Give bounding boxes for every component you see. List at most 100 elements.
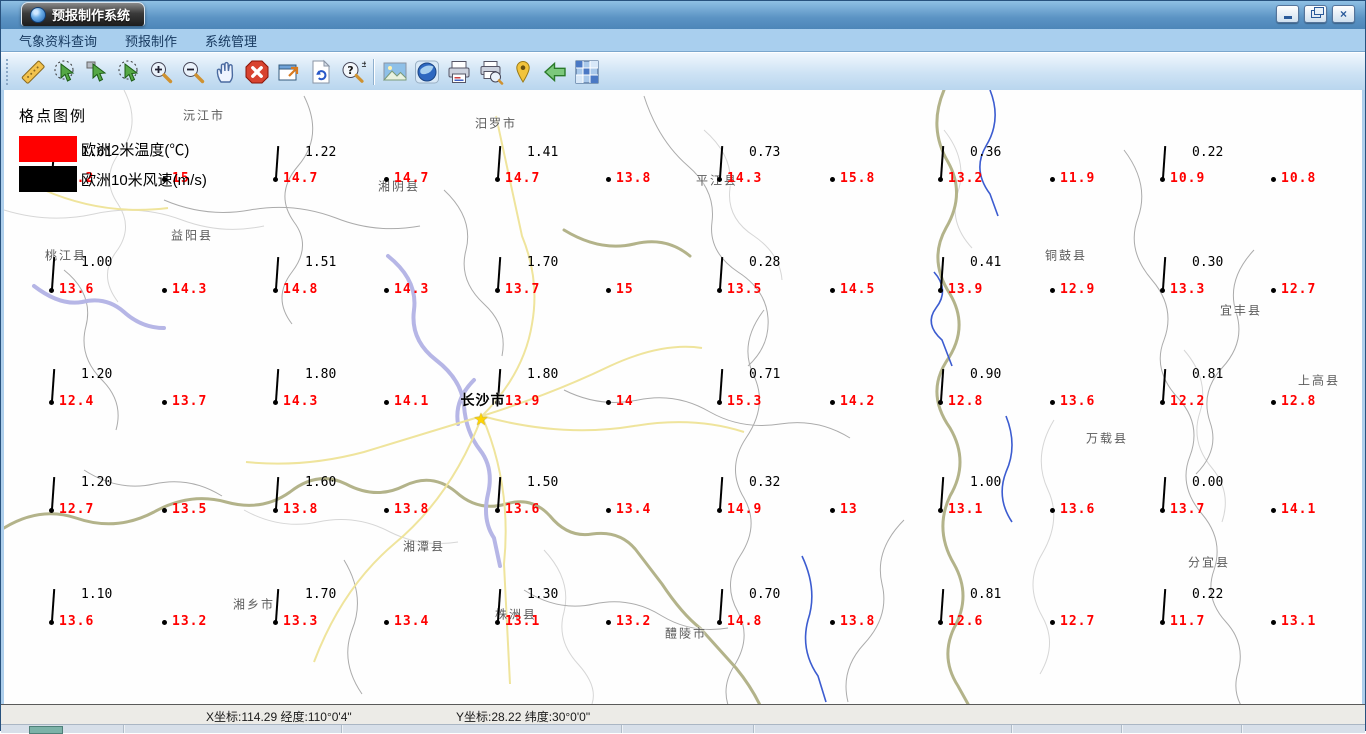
wind-speed-value: 1.30 xyxy=(527,587,559,602)
menu-forecast-production[interactable]: 预报制作 xyxy=(115,31,187,50)
grid-point-dot xyxy=(384,400,389,405)
grid-point-dot xyxy=(1271,400,1276,405)
temperature-value: 13.1 xyxy=(1281,614,1317,629)
temperature-value: 13.4 xyxy=(616,502,652,517)
temperature-value: 12.2 xyxy=(1170,394,1206,409)
menu-system-management[interactable]: 系统管理 xyxy=(195,31,267,50)
grid-point-dot xyxy=(1271,288,1276,293)
svg-text:±: ± xyxy=(361,60,366,70)
grid-map-icon[interactable] xyxy=(571,57,603,87)
status-bar: X坐标:114.29 经度:110°0'4" Y坐标:28.22 纬度:30°0… xyxy=(1,704,1365,725)
select-lasso-icon[interactable] xyxy=(49,57,81,87)
temperature-value: 13.9 xyxy=(505,394,541,409)
grid-point-dot xyxy=(384,177,389,182)
export-image-icon[interactable] xyxy=(379,57,411,87)
identify-query-icon[interactable]: ? ± xyxy=(337,57,369,87)
app-globe-icon xyxy=(30,6,46,23)
temperature-value: 12.8 xyxy=(1281,394,1317,409)
place-label: 上高县 xyxy=(1297,373,1341,388)
globe-view-icon[interactable] xyxy=(411,57,443,87)
temperature-value: 14.3 xyxy=(394,282,430,297)
grid-point-dot xyxy=(606,177,611,182)
status-x-coordinate: X坐标:114.29 经度:110°0'4" xyxy=(206,710,352,724)
pan-hand-icon[interactable] xyxy=(209,57,241,87)
temperature-value: 14.7 xyxy=(394,171,430,186)
wind-speed-value: 0.28 xyxy=(749,255,781,270)
temperature-value: 14.1 xyxy=(1281,502,1317,517)
close-button[interactable]: × xyxy=(1332,5,1355,23)
stop-icon[interactable] xyxy=(241,57,273,87)
measure-ruler-icon[interactable] xyxy=(17,57,49,87)
zoom-out-icon[interactable] xyxy=(177,57,209,87)
grid-point-dot xyxy=(162,620,167,625)
temperature-value: 13.8 xyxy=(283,502,319,517)
menu-bar: 气象资料查询 预报制作 系统管理 xyxy=(1,29,1365,52)
temperature-value: 14 xyxy=(616,394,634,409)
grid-legend: 格点图例 欧洲2米温度(℃) 欧洲10米风速(m/s) xyxy=(19,105,207,194)
temperature-value: 14.3 xyxy=(727,171,763,186)
place-label: 湘乡市 xyxy=(232,597,276,612)
select-arrow-icon[interactable] xyxy=(81,57,113,87)
wind-speed-value: 0.22 xyxy=(1192,587,1224,602)
temperature-value: 14.3 xyxy=(172,282,208,297)
temperature-value: 14.2 xyxy=(840,394,876,409)
temperature-value: 13.7 xyxy=(505,282,541,297)
temperature-value: 10.8 xyxy=(1281,171,1317,186)
grid-point-dot xyxy=(1271,620,1276,625)
wind-speed-value: 0.00 xyxy=(1192,475,1224,490)
wind-speed-value: 1.70 xyxy=(305,587,337,602)
place-label: 分宜县 xyxy=(1187,555,1231,570)
place-label: 万载县 xyxy=(1085,431,1129,446)
menu-weather-data-query[interactable]: 气象资料查询 xyxy=(9,31,107,50)
legend-label-temperature: 欧洲2米温度(℃) xyxy=(81,141,190,159)
wind-speed-value: 0.71 xyxy=(749,367,781,382)
restore-button[interactable] xyxy=(1304,5,1327,23)
place-label: 铜鼓县 xyxy=(1044,248,1088,263)
wind-speed-value: 0.73 xyxy=(749,145,781,160)
temperature-value: 13.2 xyxy=(172,614,208,629)
print-preview-icon[interactable] xyxy=(475,57,507,87)
wind-speed-value: 0.22 xyxy=(1192,145,1224,160)
window-frame-left xyxy=(1,90,4,704)
temperature-value: 13.3 xyxy=(283,614,319,629)
map-boundaries xyxy=(4,90,1255,704)
new-window-export-icon[interactable] xyxy=(273,57,305,87)
temperature-value: 13 xyxy=(840,502,858,517)
temperature-value: 13.2 xyxy=(948,171,984,186)
select-circle-icon[interactable] xyxy=(113,57,145,87)
wind-speed-value: 1.20 xyxy=(81,367,113,382)
grid-point-dot xyxy=(162,508,167,513)
wind-speed-value: 0.81 xyxy=(970,587,1002,602)
grid-point-dot xyxy=(1050,177,1055,182)
wind-speed-value: 0.30 xyxy=(1192,255,1224,270)
svg-text:?: ? xyxy=(347,64,353,77)
back-arrow-icon[interactable] xyxy=(539,57,571,87)
temperature-value: 13.7 xyxy=(172,394,208,409)
temperature-value: 13.5 xyxy=(727,282,763,297)
restore-icon xyxy=(1310,7,1324,18)
temperature-value: 13.6 xyxy=(505,502,541,517)
wind-speed-value: 1.00 xyxy=(970,475,1002,490)
temperature-value: 13.8 xyxy=(840,614,876,629)
grid-point-dot xyxy=(830,288,835,293)
taskbar-item xyxy=(29,726,63,734)
grid-point-dot xyxy=(830,620,835,625)
wind-speed-value: 0.81 xyxy=(1192,367,1224,382)
minimize-button[interactable] xyxy=(1276,5,1299,23)
window-frame-right xyxy=(1362,90,1365,704)
wind-speed-value: 1.80 xyxy=(305,367,337,382)
temperature-value: 15.3 xyxy=(727,394,763,409)
temperature-value: 12.7 xyxy=(1060,614,1096,629)
wind-speed-value: 1.70 xyxy=(527,255,559,270)
locate-pin-icon[interactable] xyxy=(507,57,539,87)
place-label: 醴陵市 xyxy=(664,626,708,641)
legend-swatch-wind xyxy=(19,166,77,192)
print-icon[interactable] xyxy=(443,57,475,87)
map-canvas[interactable]: 15.21.611514.71.2214.714.71.4113.814.30.… xyxy=(4,90,1364,704)
temperature-value: 13.6 xyxy=(59,282,95,297)
zoom-in-icon[interactable] xyxy=(145,57,177,87)
temperature-value: 14.1 xyxy=(394,394,430,409)
refresh-page-icon[interactable] xyxy=(305,57,337,87)
temperature-value: 13.6 xyxy=(1060,394,1096,409)
wind-speed-value: 1.80 xyxy=(527,367,559,382)
